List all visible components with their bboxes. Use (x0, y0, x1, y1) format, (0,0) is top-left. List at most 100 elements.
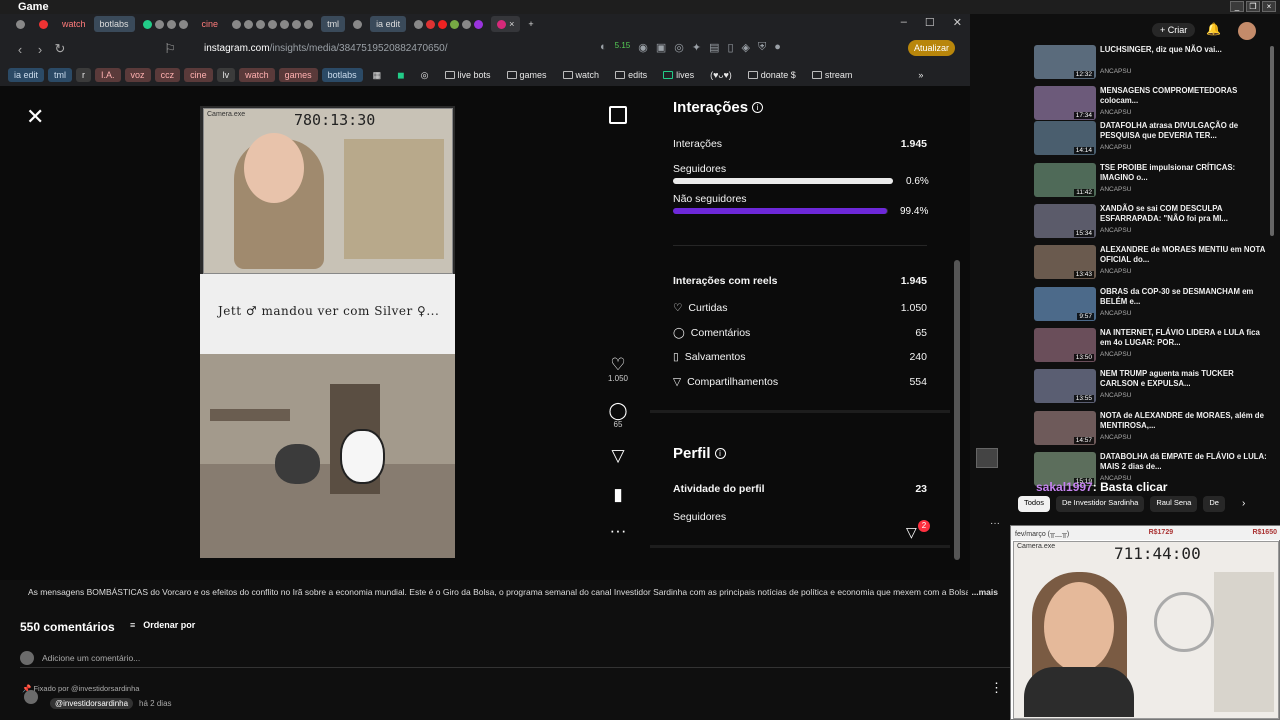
share-action[interactable]: ▽ (605, 447, 631, 465)
bookmark-ia-edit[interactable]: ia edit (8, 68, 45, 82)
video-channel[interactable]: ANCAPSU (1100, 268, 1131, 275)
more-icon[interactable]: ··· (605, 522, 631, 540)
video-thumbnail[interactable]: 11:42 (1034, 163, 1096, 197)
chip-raul-sena[interactable]: Raul Sena (1150, 496, 1198, 512)
chip-all[interactable]: Todos (1018, 496, 1051, 512)
video-title[interactable]: NOTA de ALEXANDRE de MORAES, além de MEN… (1100, 411, 1270, 431)
apps-grid-icon[interactable]: ▦ (367, 68, 388, 82)
video-thumbnail[interactable]: 9:57 (1034, 287, 1096, 321)
extension-icon[interactable]: ◎ (674, 41, 684, 54)
fullscreen-icon[interactable] (609, 106, 627, 124)
folder-lives[interactable]: lives (657, 68, 700, 82)
folder-stream[interactable]: stream (806, 68, 859, 82)
os-window-controls[interactable]: _ ❐ × (1230, 1, 1276, 12)
sort-comments-button[interactable]: ≡ Ordenar por (130, 620, 195, 630)
video-channel[interactable]: ANCAPSU (1100, 310, 1131, 317)
video-channel[interactable]: ANCAPSU (1100, 186, 1131, 193)
minimized-thumbnail[interactable] (976, 448, 998, 468)
maximize-icon[interactable]: ☐ (925, 16, 935, 29)
video-description[interactable]: As mensagens BOMBÁSTICAS do Vorcaro e os… (0, 582, 1010, 602)
bookmark-games[interactable]: games (278, 68, 318, 82)
tab-icon-single[interactable] (347, 16, 368, 32)
folder-games[interactable]: games (501, 68, 553, 82)
video-item[interactable]: 13:55 NEM TRUMP aguenta mais TUCKER CARLS… (1034, 368, 1274, 408)
tab-icons-group[interactable] (137, 16, 194, 32)
more-link[interactable]: ...mais (967, 582, 998, 602)
back-icon[interactable]: ‹ (10, 42, 30, 57)
save-action[interactable]: ▮ (605, 486, 631, 504)
avatar[interactable] (24, 690, 38, 704)
tab-instagram-active[interactable]: × (491, 16, 521, 32)
video-item[interactable]: 9:57 OBRAS da COP-30 se DESMANCHAM em BEL… (1034, 286, 1274, 326)
bookmark-lv[interactable]: lv (216, 68, 236, 82)
bookmark-emoticon[interactable]: (♥ᴗ♥) (704, 68, 738, 82)
tab-cine[interactable]: cine (196, 16, 225, 32)
video-title[interactable]: LUCHSINGER, diz que NÃO vai... (1100, 45, 1270, 55)
chip-more[interactable]: De (1203, 496, 1225, 512)
puzzle-icon[interactable]: ✦ (692, 41, 701, 54)
video-item[interactable]: 15:34 XANDÃO se sai COM DESCULPA ESFARRAP… (1034, 203, 1274, 243)
tab-pinned-2[interactable] (33, 16, 54, 32)
bookmark-ccz[interactable]: ccz (154, 68, 181, 82)
video-thumbnail[interactable]: 13:55 (1034, 369, 1096, 403)
comment-icon[interactable]: ◯ (605, 402, 631, 420)
video-title[interactable]: OBRAS da COP-30 se DESMANCHAM em BELÉM e… (1100, 287, 1270, 307)
video-title[interactable]: ALEXANDRE de MORAES MENTIU em NOTA OFICI… (1100, 245, 1270, 265)
video-thumbnail[interactable]: 15:34 (1034, 204, 1096, 238)
bell-icon[interactable]: 🔔 (1206, 22, 1221, 36)
tab-ia-edit[interactable]: ia edit (370, 16, 407, 32)
like-action[interactable]: ♡ 1.050 (605, 356, 631, 384)
video-channel[interactable]: ANCAPSU (1100, 68, 1131, 75)
folder-donate[interactable]: donate $ (742, 68, 802, 82)
video-item[interactable]: 13:50 NA INTERNET, FLÁVIO LIDERA e LULA f… (1034, 327, 1274, 367)
more-action[interactable]: ··· (605, 522, 631, 540)
folder-edits[interactable]: edits (609, 68, 653, 82)
bookmark-watch[interactable]: watch (239, 68, 275, 82)
extension-bookmark-icon[interactable]: ◼ (391, 68, 410, 82)
video-channel[interactable]: ANCAPSU (1100, 351, 1131, 358)
tab-icons-group-3[interactable] (408, 16, 489, 32)
reload-icon[interactable]: ↻ (50, 41, 70, 57)
bookmark-botlabs[interactable]: botlabs (321, 68, 363, 82)
extension-icon[interactable]: ◈ (742, 41, 750, 54)
bookmark-voz[interactable]: voz (124, 68, 151, 82)
extension-icon[interactable]: ◉ (638, 41, 648, 54)
video-thumbnail[interactable]: 17:34 (1034, 86, 1096, 120)
reel-preview[interactable]: Camera.exe 780:13:30 Jett ♂ mandou ver c… (200, 106, 455, 558)
update-button[interactable]: Atualizar (908, 40, 956, 56)
video-item[interactable]: 12:32 LUCHSINGER, diz que NÃO vai... ANCAP… (1034, 44, 1274, 84)
more-icon[interactable]: ··· (990, 518, 1000, 529)
comment-action[interactable]: ◯ 65 (605, 402, 631, 430)
chevron-right-icon[interactable]: › (1242, 498, 1245, 509)
minimize-icon[interactable]: _ (1230, 1, 1244, 12)
more-bookmarks-icon[interactable]: » (912, 68, 929, 82)
video-item[interactable]: 11:42 TSE PROIBE impulsionar CRÍTICAS: IM… (1034, 162, 1274, 202)
minimize-icon[interactable]: – (901, 16, 907, 29)
video-item[interactable]: 13:43 ALEXANDRE de MORAES MENTIU em NOTA … (1034, 244, 1274, 284)
create-button[interactable]: + Criar (1152, 23, 1196, 37)
extension-bookmark-icon[interactable]: ◎ (415, 68, 435, 82)
video-title[interactable]: DATAFOLHA atrasa DIVULGAÇÃO de PESQUISA … (1100, 121, 1270, 141)
avatar[interactable] (1238, 22, 1256, 40)
extension-icon[interactable]: ◐ (600, 41, 607, 54)
folder-live-bots[interactable]: live bots (439, 68, 497, 82)
bookmark-ia[interactable]: I.A. (95, 68, 121, 82)
bookmark-icon[interactable]: ▮ (605, 486, 631, 504)
forward-icon[interactable]: › (30, 42, 50, 57)
profile-icon[interactable]: ● (774, 41, 781, 54)
extension-icon[interactable]: ▤ (709, 41, 719, 54)
close-icon[interactable]: ✕ (953, 16, 962, 29)
chip-channel[interactable]: De Investidor Sardinha (1056, 496, 1145, 512)
share-notification-button[interactable]: ▽ 2 (906, 520, 930, 544)
video-thumbnail[interactable]: 12:32 (1034, 45, 1096, 79)
bookmark-tml[interactable]: tml (48, 68, 73, 82)
video-title[interactable]: TSE PROIBE impulsionar CRÍTICAS: IMAGINO… (1100, 163, 1270, 183)
video-channel[interactable]: ANCAPSU (1100, 434, 1131, 441)
tab-botlabs[interactable]: botlabs (93, 16, 135, 32)
video-item[interactable]: 14:57 NOTA de ALEXANDRE de MORAES, além d… (1034, 410, 1274, 450)
close-icon[interactable]: × (1262, 1, 1276, 12)
video-title[interactable]: DATABOLHA dá EMPATE de FLÁVIO e LULA: MA… (1100, 452, 1270, 472)
video-title[interactable]: MENSAGENS COMPROMETEDORAS colocam... (1100, 86, 1270, 106)
bookmark-r[interactable]: r (76, 68, 92, 82)
bookmark-cine[interactable]: cine (184, 68, 213, 82)
